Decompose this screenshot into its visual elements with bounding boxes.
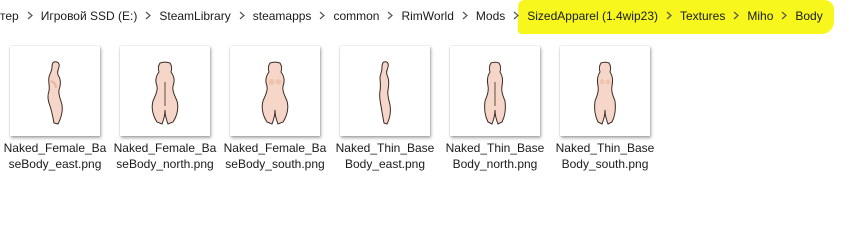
chevron-right-icon[interactable]: [508, 10, 524, 21]
file-name-label: Naked_Female_BaseBody_south.png: [223, 141, 327, 171]
body-north-thumbnail: [484, 61, 506, 125]
breadcrumb-item-sizedapparel[interactable]: SizedApparel (1.4wip23): [524, 5, 661, 27]
file-explorer-window: тер Игровой SSD (E:) SteamLibrary steama…: [0, 0, 857, 250]
image-thumbnail[interactable]: [120, 46, 210, 136]
file-name-label: Naked_Female_BaseBody_east.png: [3, 141, 107, 171]
file-item[interactable]: Naked_Thin_BaseBody_south.png: [553, 44, 657, 194]
file-item[interactable]: Naked_Female_BaseBody_north.png: [113, 44, 217, 194]
breadcrumb: тер Игровой SSD (E:) SteamLibrary steama…: [0, 0, 826, 31]
file-name-label: Naked_Female_BaseBody_north.png: [113, 141, 217, 171]
file-grid: Naked_Female_BaseBody_east.png Naked_Fem…: [0, 40, 857, 240]
file-name-label: Naked_Thin_BaseBody_south.png: [555, 141, 655, 171]
breadcrumb-item-miho[interactable]: Miho: [744, 5, 776, 27]
chevron-right-icon[interactable]: [140, 10, 156, 21]
chevron-right-icon[interactable]: [234, 10, 250, 21]
breadcrumb-item-common[interactable]: common: [330, 5, 382, 27]
image-thumbnail[interactable]: [10, 46, 100, 136]
image-thumbnail[interactable]: [560, 46, 650, 136]
image-thumbnail[interactable]: [340, 46, 430, 136]
body-east-thumbnail: [379, 61, 391, 125]
chevron-right-icon[interactable]: [728, 10, 744, 21]
chevron-right-icon[interactable]: [22, 10, 38, 21]
chevron-right-icon[interactable]: [457, 10, 473, 21]
chevron-right-icon[interactable]: [661, 10, 677, 21]
file-item[interactable]: Naked_Thin_BaseBody_north.png: [443, 44, 547, 194]
file-item[interactable]: Naked_Thin_BaseBody_east.png: [333, 44, 437, 194]
breadcrumb-item-computer[interactable]: тер: [0, 5, 22, 27]
breadcrumb-item-textures[interactable]: Textures: [677, 5, 728, 27]
body-south-thumbnail: [261, 61, 289, 125]
breadcrumb-item-body[interactable]: Body: [792, 5, 825, 27]
file-name-label: Naked_Thin_BaseBody_north.png: [445, 141, 545, 171]
body-south-thumbnail: [594, 61, 616, 125]
breadcrumb-item-mods[interactable]: Mods: [473, 5, 508, 27]
body-north-thumbnail: [151, 61, 179, 125]
breadcrumb-item-drive[interactable]: Игровой SSD (E:): [38, 5, 141, 27]
breadcrumb-item-rimworld[interactable]: RimWorld: [398, 5, 456, 27]
chevron-right-icon[interactable]: [382, 10, 398, 21]
file-item[interactable]: Naked_Female_BaseBody_east.png: [3, 44, 107, 194]
chevron-right-icon[interactable]: [776, 10, 792, 21]
breadcrumb-item-steamlibrary[interactable]: SteamLibrary: [156, 5, 233, 27]
breadcrumb-item-steamapps[interactable]: steamapps: [250, 5, 315, 27]
chevron-right-icon[interactable]: [314, 10, 330, 21]
image-thumbnail[interactable]: [450, 46, 540, 136]
body-east-thumbnail: [47, 61, 63, 125]
file-name-label: Naked_Thin_BaseBody_east.png: [335, 141, 435, 171]
file-item[interactable]: Naked_Female_BaseBody_south.png: [223, 44, 327, 194]
address-bar[interactable]: тер Игровой SSD (E:) SteamLibrary steama…: [0, 0, 857, 34]
image-thumbnail[interactable]: [230, 46, 320, 136]
